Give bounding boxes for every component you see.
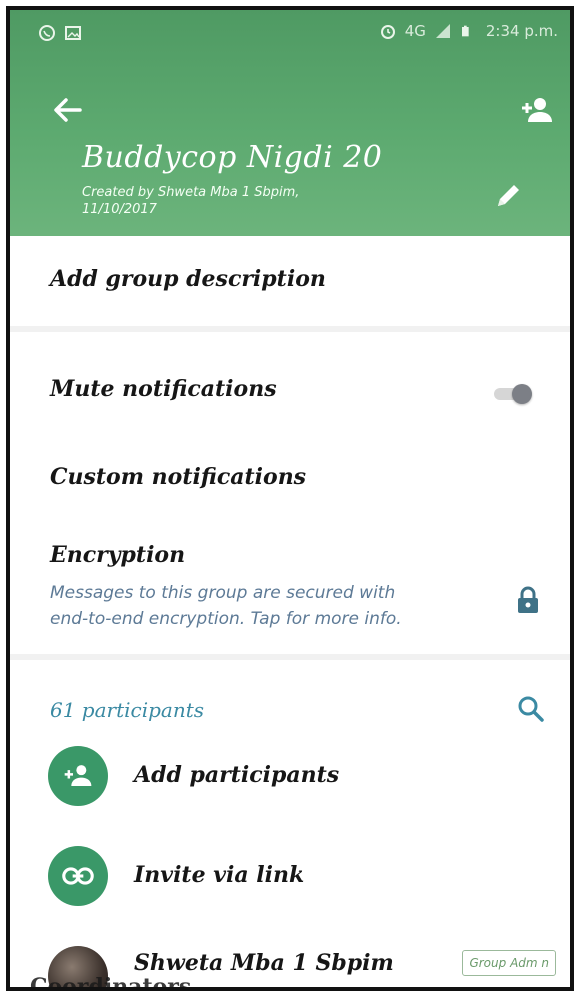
status-bar: 4G 2:34 p.m. (10, 10, 570, 54)
encryption-description[interactable]: Messages to this group are secured with … (50, 580, 402, 632)
add-description-label: Add group description (50, 266, 326, 292)
status-time: 2:34 p.m. (485, 22, 558, 40)
whatsapp-icon (38, 24, 56, 42)
invite-via-link-label[interactable]: Invite via link (134, 862, 304, 888)
alarm-icon (379, 22, 397, 40)
custom-notifications-label[interactable]: Custom notifications (50, 464, 306, 490)
mute-toggle[interactable] (494, 384, 532, 404)
status-right-icons: 4G 2:34 p.m. (379, 22, 558, 40)
add-participants-label[interactable]: Add participants (134, 762, 339, 788)
toggle-thumb (512, 384, 532, 404)
group-description-card[interactable]: Add group description (10, 236, 570, 326)
created-date-text: 11/10/2017 (82, 202, 157, 217)
settings-card: Mute notifications Custom notifications … (10, 332, 570, 654)
search-icon[interactable] (516, 694, 546, 724)
encryption-line-1: Messages to this group are secured with (50, 583, 396, 603)
gallery-icon (64, 24, 82, 42)
participants-count: 61 participants (50, 698, 205, 722)
encryption-line-2: end-to-end encryption. Tap for more info… (50, 609, 402, 629)
add-person-icon (64, 765, 92, 786)
coordinators-overlay-text: Coordinators (30, 974, 192, 991)
group-title: Buddycop Nigdi 20 (82, 140, 383, 175)
signal-icon (434, 22, 452, 40)
status-left-icons (38, 24, 82, 42)
group-created-info: Created by Shweta Mba 1 Sbpim, 11/10/201… (82, 184, 299, 218)
participant-name: Shweta Mba 1 Sbpim (134, 950, 394, 976)
back-arrow-icon[interactable] (50, 92, 86, 128)
mute-notifications-label[interactable]: Mute notifications (50, 376, 277, 402)
battery-icon (460, 22, 478, 40)
phone-frame: 4G 2:34 p.m. Buddycop Nigdi 20 Created b… (6, 6, 574, 991)
network-type: 4G (404, 22, 426, 40)
created-by-text: Created by Shweta Mba 1 Sbpim, (82, 185, 300, 200)
edit-pencil-icon[interactable] (490, 178, 526, 214)
add-participants-avatar[interactable] (48, 746, 108, 806)
group-header: 4G 2:34 p.m. Buddycop Nigdi 20 Created b… (10, 10, 570, 236)
add-participant-icon[interactable] (516, 92, 556, 128)
encryption-title[interactable]: Encryption (50, 542, 185, 568)
link-icon (62, 867, 94, 885)
invite-link-avatar[interactable] (48, 846, 108, 906)
lock-icon (516, 586, 540, 614)
group-admin-badge: Group Adm n (462, 950, 556, 976)
participants-card: 61 participants Add participants Invite … (10, 660, 570, 991)
